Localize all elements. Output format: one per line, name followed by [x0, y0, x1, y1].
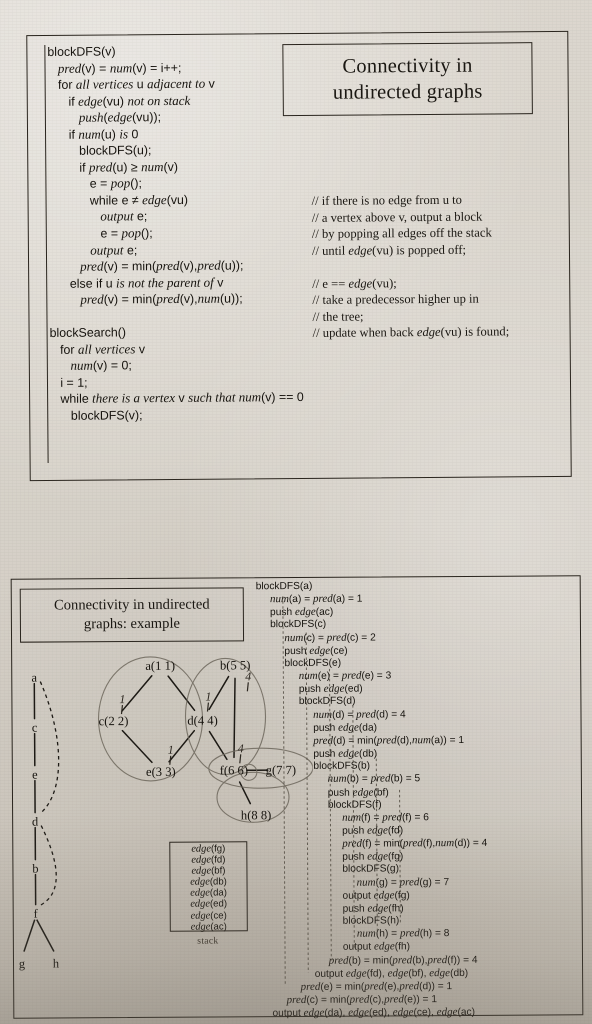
slide-example: Connectivity in undirected graphs: examp… [10, 575, 584, 1019]
handwritten-correction-c: 1 [119, 692, 125, 706]
comment-line: // the tree; [312, 309, 364, 324]
graph-node-e: e(3 3) [146, 765, 176, 779]
tree-node-a: a [31, 671, 37, 685]
code-line: blockDFS(v); [50, 408, 143, 423]
block-graph [121, 675, 269, 805]
algorithm-comments: // if there is no edge from u to// a ver… [312, 191, 563, 342]
graph-edge [208, 730, 228, 761]
graph-node-a: a(1 1) [145, 659, 175, 673]
code-line: if edge(vu) not on stack [47, 92, 191, 109]
graph-edge [238, 781, 252, 805]
handwritten-tick-d [206, 702, 210, 712]
graph-edge [121, 675, 153, 712]
tree-node-c: c [32, 721, 38, 735]
dfs-tree-labels: a c e d b f g h [19, 671, 60, 971]
stack-entry: edge(ac) [190, 921, 227, 933]
trace-line: output edge(da), edge(ed), edge(ce), edg… [258, 1006, 476, 1020]
algorithm-pseudocode: blockDFS(v) pred(v) = num(v) = i++; for … [47, 42, 320, 425]
tree-node-e: e [32, 768, 38, 782]
handwritten-tick-b [246, 682, 249, 692]
comment-line: // e == edge(vu); [312, 275, 397, 291]
code-line: pred(v) = num(v) = i++; [57, 59, 182, 76]
algorithm-title-line1: Connectivity in [342, 54, 473, 78]
comment-line: // update when back edge(vu) is found; [312, 324, 510, 341]
comment-line: // take a predecessor higher up in [312, 291, 479, 308]
comment-line: // until edge(vu) is popped off; [311, 242, 467, 258]
handwritten-tick-f [239, 754, 242, 764]
graph-edge [167, 675, 196, 712]
tree-back-edge [39, 825, 57, 907]
handwritten-correction-b: 4 [245, 669, 251, 683]
graph-node-f: f(6 6) [220, 763, 248, 777]
tree-edge [36, 919, 55, 952]
handwritten-correction-f: 4 [238, 741, 244, 755]
stack-entry: edge(fd) [191, 854, 226, 866]
code-line: blockDFS(v) [47, 44, 116, 59]
comment-line: // by popping all edges off the stack [311, 225, 492, 241]
graph-edge [121, 729, 153, 764]
tree-edge [23, 919, 36, 952]
code-line: blockDFS(u); [48, 143, 152, 159]
code-line: while there is a vertex v such that num(… [50, 389, 304, 407]
stack-entry: edge(db) [190, 876, 227, 888]
tree-node-h: h [53, 956, 60, 970]
graph-node-d: d(4 4) [187, 713, 218, 727]
handwritten-correction-e: 1 [168, 743, 174, 757]
handwritten-correction-d: 1 [205, 690, 211, 704]
dfs-tree [23, 681, 60, 952]
comment-line [312, 257, 562, 276]
tree-node-f: f [34, 907, 39, 921]
stack-entry: edge(da) [190, 887, 227, 900]
stack-entry: edge(ce) [190, 909, 227, 922]
graph-edge [233, 677, 236, 759]
graph-node-c: c(2 2) [99, 714, 129, 728]
example-title-box: Connectivity in undirected graphs: examp… [19, 587, 245, 643]
algorithm-title-box: Connectivity in undirected graphs [282, 42, 533, 117]
example-title-line2: graphs: example [83, 615, 181, 633]
stack-entry: edge(bf) [191, 865, 226, 877]
stack-entries: edge(fg) edge(fd) edge(bf) edge(db) edge(da)… [172, 843, 245, 932]
algorithm-title-line2: undirected graphs [332, 80, 483, 104]
graph-edge [208, 675, 230, 711]
stack-entry: edge(fg) [191, 843, 226, 855]
slide-algorithm: Connectivity in undirected graphs blockD… [26, 30, 572, 482]
execution-trace: blockDFS(a) num(a) = pred(a) = 1 push ed… [256, 579, 592, 1020]
handwritten-tick-e [169, 755, 172, 765]
handwritten-tick-c [120, 705, 124, 715]
stack-entry: edge(ed) [190, 898, 228, 911]
tree-node-b: b [32, 862, 38, 876]
code-line: for all vertices u adjacent to v [47, 75, 215, 93]
tree-back-edge [39, 681, 60, 815]
tree-node-g: g [19, 957, 25, 971]
example-title-line1: Connectivity in undirected [53, 596, 210, 614]
code-line: push(edge(vu)); [78, 109, 162, 125]
tree-node-d: d [32, 815, 39, 829]
comment-line: // if there is no edge from u to [311, 192, 463, 208]
stack-caption: stack [197, 935, 219, 947]
comment-line: // a vertex above v, output a block [311, 209, 483, 225]
code-line: if num(u) is 0 [47, 126, 139, 142]
